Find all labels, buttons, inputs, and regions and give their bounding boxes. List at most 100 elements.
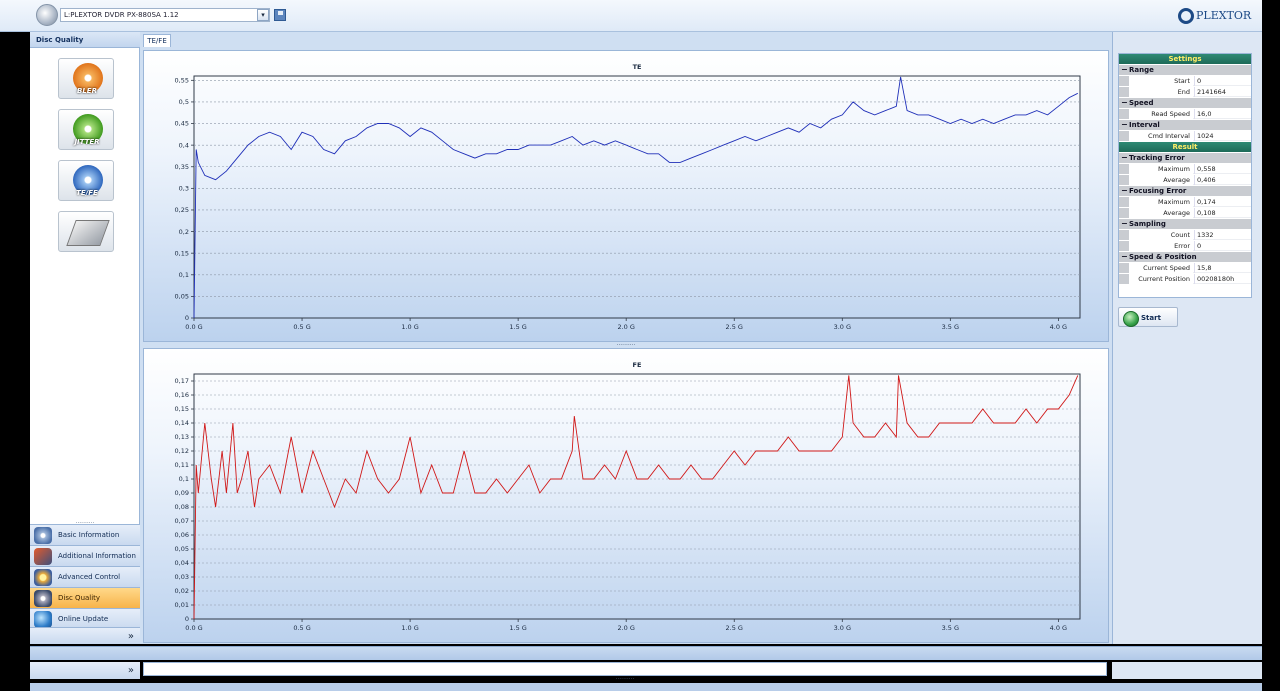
- disc-quality-icon: [34, 590, 52, 607]
- group-speed-position[interactable]: Speed & Position: [1119, 252, 1251, 262]
- drive-icon: [34, 548, 52, 565]
- property-value[interactable]: 1024: [1194, 131, 1254, 141]
- tefe-button[interactable]: TE/FE: [58, 160, 114, 201]
- nav-expand-chevron[interactable]: »: [30, 627, 140, 644]
- nav-label: Additional Information: [58, 552, 136, 560]
- property-value[interactable]: 0: [1194, 241, 1254, 251]
- te-x-tick-label: 2.5 G: [726, 323, 743, 331]
- fe-x-tick-label: 1.5 G: [509, 624, 526, 632]
- nav-label: Online Update: [58, 615, 109, 623]
- property-value[interactable]: 2141664: [1194, 87, 1254, 97]
- fe-y-tick-label: 0,16: [175, 391, 189, 399]
- jitter-label: JITTER: [74, 138, 100, 146]
- drive-app-icon: [36, 4, 58, 26]
- fe-x-tick-label: 2.0 G: [617, 624, 634, 632]
- te-x-tick-label: 1.0 G: [401, 323, 418, 331]
- sidebar-title: Disc Quality: [30, 32, 140, 48]
- property-value[interactable]: 0,558: [1194, 164, 1254, 174]
- fe-y-tick-label: 0,15: [175, 405, 189, 413]
- fe-y-tick-label: 0,07: [175, 517, 189, 525]
- fe-y-tick-label: 0,1: [179, 475, 189, 483]
- chevron-down-icon[interactable]: ▾: [257, 9, 269, 21]
- tab-tefe[interactable]: TE/FE: [143, 34, 171, 47]
- property-row: Average 0,406: [1119, 175, 1251, 185]
- nav-online-update[interactable]: Online Update: [30, 608, 140, 629]
- bottom-right-panel: [1112, 662, 1262, 679]
- group-focusing-error[interactable]: Focusing Error: [1119, 186, 1251, 196]
- te-y-tick-label: 0,55: [175, 77, 189, 85]
- property-key: Read Speed: [1119, 109, 1193, 119]
- fe-y-tick-label: 0,17: [175, 377, 189, 385]
- result-header: Result: [1119, 142, 1251, 152]
- te-title: TE: [633, 63, 642, 71]
- group-sampling[interactable]: Sampling: [1119, 219, 1251, 229]
- te-y-tick-label: 0,45: [175, 120, 189, 128]
- fe-y-tick-label: 0,14: [175, 419, 189, 427]
- te-y-tick-label: 0,15: [175, 249, 189, 257]
- fe-plot-frame: [193, 373, 1081, 620]
- property-key: Average: [1119, 175, 1193, 185]
- cd-icon: [34, 527, 52, 544]
- fe-chart: FE 0 0,01 0,02 0,03 0,04 0,05 0,06 0,07 0,08 0,09 0…: [175, 361, 1081, 632]
- nav-basic-information[interactable]: Basic Information: [30, 524, 140, 545]
- property-key: Current Position: [1119, 274, 1193, 284]
- drive-tool-button[interactable]: [58, 211, 114, 252]
- log-splitter[interactable]: ..........: [143, 675, 1107, 681]
- group-range[interactable]: Range: [1119, 65, 1251, 75]
- group-speed[interactable]: Speed: [1119, 98, 1251, 108]
- nav-advanced-control[interactable]: Advanced Control: [30, 566, 140, 587]
- jitter-button[interactable]: JITTER: [58, 109, 114, 150]
- fe-x-tick-label: 1.0 G: [401, 624, 418, 632]
- property-key: Average: [1119, 208, 1193, 218]
- group-tracking-error[interactable]: Tracking Error: [1119, 153, 1251, 163]
- fe-x-tick-label: 3.5 G: [942, 624, 959, 632]
- property-value[interactable]: 15,8: [1194, 263, 1254, 273]
- te-y-tick-label: 0,2: [179, 228, 189, 236]
- property-row: Read Speed 16,0: [1119, 109, 1251, 119]
- te-chart-panel: TE 0 0,05 0,1 0,15 0,2 0,25 0,3 0,35 0,4 0,45 0,5 0,…: [143, 50, 1109, 342]
- te-chart: TE 0 0,05 0,1 0,15 0,2 0,25 0,3 0,35 0,4 0,45 0,5 0,…: [175, 63, 1081, 331]
- save-icon[interactable]: [274, 9, 286, 21]
- te-x-tick-label: 3.0 G: [834, 323, 851, 331]
- property-value[interactable]: 00208180h: [1194, 274, 1254, 284]
- property-row: Count 1332: [1119, 230, 1251, 240]
- nav-additional-information[interactable]: Additional Information: [30, 545, 140, 566]
- gear-icon: [34, 569, 52, 586]
- bottom-divider-bar: [30, 646, 1262, 660]
- group-interval[interactable]: Interval: [1119, 120, 1251, 130]
- nav-disc-quality[interactable]: Disc Quality: [30, 587, 140, 608]
- drive-select[interactable]: L:PLEXTOR DVDR PX-880SA 1.12: [60, 8, 270, 22]
- start-label: Start: [1141, 314, 1161, 322]
- property-value[interactable]: 0,174: [1194, 197, 1254, 207]
- fe-y-tick-label: 0,01: [175, 601, 189, 609]
- property-row: Average 0,108: [1119, 208, 1251, 218]
- settings-header: Settings: [1119, 54, 1251, 64]
- property-value[interactable]: 0,406: [1194, 175, 1254, 185]
- property-value[interactable]: 16,0: [1194, 109, 1254, 119]
- property-value[interactable]: 1332: [1194, 230, 1254, 240]
- settings-grid: SettingsRangeStart0End2141664SpeedRead S…: [1118, 53, 1252, 298]
- fe-y-tick-label: 0: [185, 615, 189, 623]
- te-y-tick-label: 0,35: [175, 163, 189, 171]
- property-value[interactable]: 0: [1194, 76, 1254, 86]
- bottom-expand-chevron[interactable]: »: [30, 662, 140, 679]
- fe-y-tick-label: 0,09: [175, 489, 189, 497]
- bler-label: BLER: [77, 87, 97, 95]
- fe-y-tick-label: 0,04: [175, 559, 189, 567]
- logo-text: PLEXTOR: [1196, 9, 1252, 22]
- bler-button[interactable]: BLER: [58, 58, 114, 99]
- property-row: Cmd Interval 1024: [1119, 131, 1251, 141]
- drive-tool-icon: [66, 220, 110, 246]
- te-y-tick-label: 0,05: [175, 293, 189, 301]
- property-row: Maximum 0,558: [1119, 164, 1251, 174]
- property-value[interactable]: 0,108: [1194, 208, 1254, 218]
- fe-x-tick-label: 0.0 G: [185, 624, 202, 632]
- nav-label: Disc Quality: [58, 594, 101, 602]
- fe-title: FE: [633, 361, 642, 369]
- start-button[interactable]: Start: [1118, 307, 1178, 327]
- te-series-line: [193, 76, 1079, 319]
- te-y-tick-label: 0,1: [179, 271, 189, 279]
- fe-chart-panel: FE 0 0,01 0,02 0,03 0,04 0,05 0,06 0,07 0,08 0,09 0…: [143, 348, 1109, 643]
- property-key: End: [1119, 87, 1193, 97]
- fe-x-tick-label: 0.5 G: [293, 624, 310, 632]
